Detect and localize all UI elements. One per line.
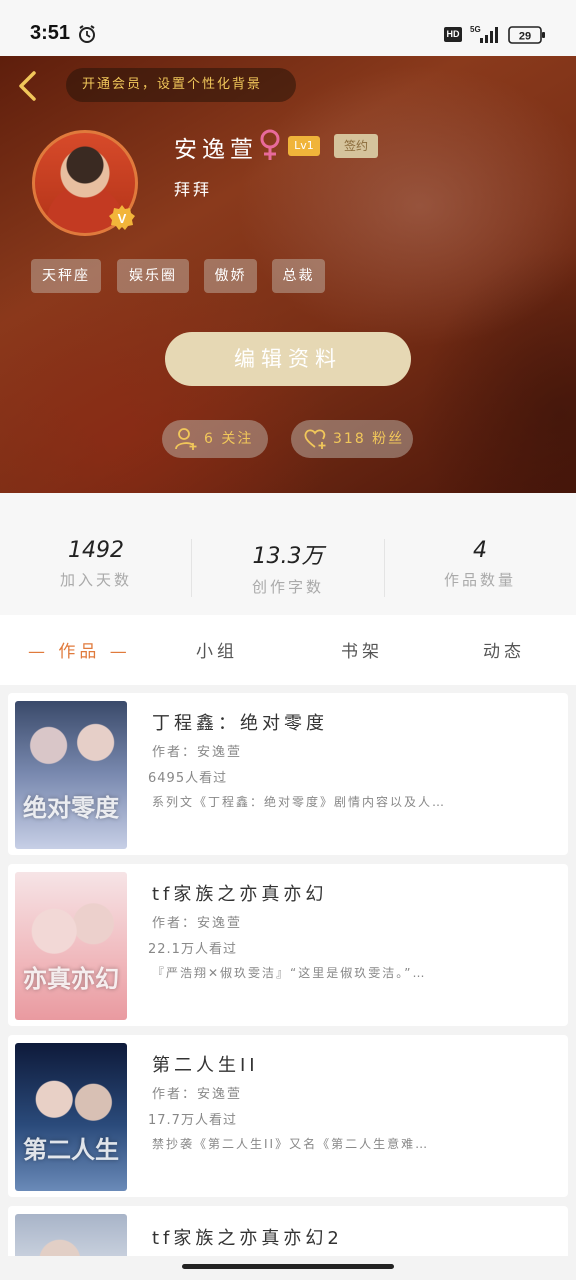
stat-join-days: 1492 加入天数 (0, 538, 192, 590)
signature: 拜拜 (174, 180, 213, 199)
work-views: 17.7万人看过 (148, 1113, 237, 1128)
verified-badge-icon: V (109, 205, 135, 230)
svg-text:5G: 5G (470, 25, 481, 34)
work-title: 第二人生II (152, 1055, 259, 1076)
stat-word-count: 13.3万 创作字数 (192, 538, 384, 597)
work-views: 22.1万人看过 (148, 942, 237, 957)
work-description: 禁抄袭《第二人生II》又名《第二人生意难… (152, 1137, 430, 1151)
work-cover: 绝对零度 (15, 701, 127, 849)
following-count: 6 关注 (204, 431, 254, 447)
level-badge: Lv1 (288, 136, 320, 156)
back-arrow-icon[interactable] (14, 70, 42, 102)
work-card[interactable]: 绝对零度 丁程鑫：绝对零度 作者：安逸萱 6495人看过 系列文《丁程鑫：绝对零… (8, 693, 568, 855)
work-card[interactable]: 第二人生 第二人生II 作者：安逸萱 17.7万人看过 禁抄袭《第二人生II》又… (8, 1035, 568, 1197)
work-title: tf家族之亦真亦幻 (152, 884, 328, 905)
status-bar: 3:51 HD 5G 29 (0, 0, 576, 56)
username: 安逸萱 (174, 137, 258, 163)
tab-activity[interactable]: 动态 (483, 637, 525, 662)
stat-label: 作品数量 (443, 571, 516, 589)
tab-groups[interactable]: 小组 (196, 637, 238, 662)
edit-profile-button[interactable]: 编辑资料 (165, 332, 411, 386)
svg-text:V: V (118, 211, 127, 226)
work-cover: 第二人生 (15, 1043, 127, 1191)
work-author: 作者：安逸萱 (152, 745, 243, 760)
stat-value: 1492 (68, 538, 124, 563)
following-button[interactable]: 6 关注 (162, 420, 268, 458)
heart-add-icon (304, 429, 326, 449)
work-title: tf家族之亦真亦幻2 (152, 1228, 343, 1249)
tab-bookshelf[interactable]: 书架 (341, 637, 383, 662)
followers-count: 318 粉丝 (333, 431, 405, 447)
cover-text: 第二人生 (23, 1136, 119, 1164)
contract-badge: 签约 (334, 134, 378, 158)
work-title: 丁程鑫：绝对零度 (152, 713, 328, 734)
followers-button[interactable]: 318 粉丝 (291, 420, 413, 458)
hd-icon: HD (444, 27, 462, 42)
profile-header: 开通会员，设置个性化背景 V 安逸萱 Lv1 签约 拜拜 天秤座 娱乐圈 傲娇 … (0, 56, 576, 493)
alarm-icon (79, 25, 95, 43)
user-add-icon (175, 428, 197, 450)
tab-works[interactable]: — 作品 — (28, 637, 131, 662)
stat-value: 13.3万 (252, 544, 324, 569)
stat-value: 4 (473, 538, 487, 563)
work-views: 6495人看过 (148, 771, 228, 786)
work-card[interactable]: 亦真亦幻 tf家族之亦真亦幻 作者：安逸萱 22.1万人看过 『严浩翔✕俶玖雯洁… (8, 864, 568, 1026)
cover-text: 绝对零度 (23, 794, 119, 822)
stat-label: 创作字数 (251, 578, 324, 596)
status-time: 3:51 (30, 22, 71, 44)
female-icon (260, 129, 280, 160)
stat-label: 加入天数 (59, 571, 132, 589)
tag-proud[interactable]: 傲娇 (204, 259, 257, 293)
work-cover: 亦真亦幻 (15, 872, 127, 1020)
stat-works-count: 4 作品数量 (384, 538, 576, 590)
work-description: 系列文《丁程鑫：绝对零度》剧情内容以及人… (152, 795, 447, 809)
member-banner[interactable]: 开通会员，设置个性化背景 (66, 68, 296, 102)
home-indicator[interactable] (182, 1264, 394, 1269)
battery-icon: 29 (508, 26, 545, 44)
profile-tabs: — 作品 — 小组 书架 动态 (0, 615, 576, 685)
tag-libra[interactable]: 天秤座 (31, 259, 101, 293)
work-description: 『严浩翔✕俶玖雯洁』“这里是俶玖雯洁。”… (152, 966, 427, 980)
tag-ceo[interactable]: 总裁 (272, 259, 325, 293)
work-author: 作者：安逸萱 (152, 1087, 243, 1102)
stats-row: 1492 加入天数 13.3万 创作字数 4 作品数量 (0, 493, 576, 615)
cover-text: 亦真亦幻 (23, 965, 119, 993)
battery-level: 29 (519, 31, 531, 43)
work-author: 作者：安逸萱 (152, 916, 243, 931)
tag-entertainment[interactable]: 娱乐圈 (117, 259, 189, 293)
signal-icon: 5G (470, 25, 498, 43)
